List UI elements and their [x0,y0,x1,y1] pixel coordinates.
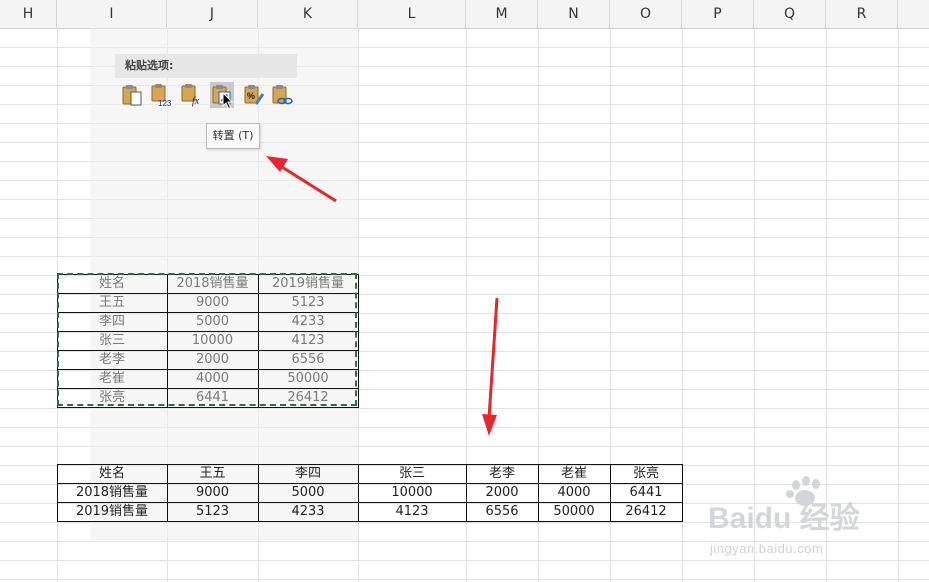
spreadsheet[interactable]: H I J K L M N O P Q R 姓名 2018销售量 2019销售量… [0,0,929,582]
red-arrow-to-transpose-icon [266,156,337,203]
red-arrow-to-result-icon [482,297,499,436]
watermark-logo-text: Baidu 经验 [708,501,860,535]
baidu-jingyan-logo: Baidu 经验 [708,476,860,535]
watermark-url: jingyan.baidu.com [710,541,824,556]
